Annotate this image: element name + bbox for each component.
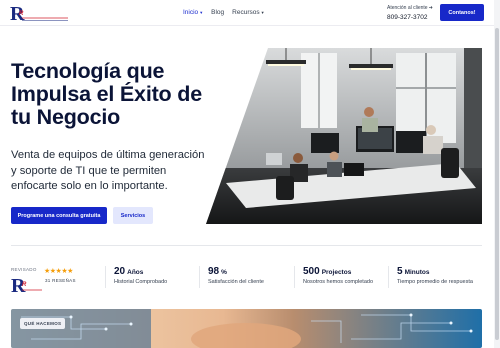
arrow-right-icon: ➜ bbox=[428, 5, 433, 11]
nav-recursos-label: Recursos bbox=[232, 9, 260, 16]
hero-subtitle-line: y soporte de TI que te permiten bbox=[11, 164, 167, 177]
section-divider bbox=[11, 245, 482, 246]
reviews-count: 31 RESEÑAS bbox=[45, 278, 76, 283]
free-consultation-button[interactable]: Programe una consulta gratuita bbox=[11, 207, 107, 224]
nav-inicio-label: Inicio bbox=[183, 9, 199, 16]
stat-number: 20 bbox=[114, 266, 126, 277]
main-nav: Inicio ▼ Blog Recursos ▼ bbox=[183, 9, 265, 16]
contact-button[interactable]: Contanos! bbox=[440, 4, 484, 21]
customer-service-link[interactable]: Atención al cliente ➜ bbox=[387, 5, 433, 11]
stat-response-time: 5 Minutos Tiempo promedio de respuesta bbox=[388, 266, 473, 288]
hero-subtitle-line: enfocarte solo en lo importante. bbox=[11, 180, 168, 192]
stat-unit: Años bbox=[127, 269, 144, 276]
stat-unit: Minutos bbox=[404, 269, 430, 276]
svg-text:R: R bbox=[22, 282, 27, 288]
stat-label: Historial Comprobado bbox=[114, 279, 168, 285]
office-team-photo bbox=[206, 48, 482, 224]
chevron-down-icon: ▼ bbox=[199, 9, 204, 15]
scrollbar-thumb[interactable] bbox=[495, 28, 499, 340]
phone-number[interactable]: 809-327-3702 bbox=[387, 14, 427, 21]
stat-unit: % bbox=[221, 269, 227, 276]
stat-label: Nosotros hemos completado bbox=[303, 279, 374, 285]
nav-inicio[interactable]: Inicio ▼ bbox=[183, 9, 203, 16]
what-we-do-badge: QUÉ HACEMOS bbox=[20, 318, 66, 329]
stat-satisfaction: 98 % Satisfacción del cliente bbox=[199, 266, 264, 288]
chevron-down-icon: ▼ bbox=[260, 9, 265, 15]
stat-label: Tiempo promedio de respuesta bbox=[397, 279, 473, 285]
site-header: R R Inicio ▼ Blog Recursos ▼ Atención al… bbox=[0, 0, 500, 26]
stat-projects: 500 Projectos Nosotros hemos completado bbox=[294, 266, 373, 288]
nav-blog-label: Blog bbox=[211, 9, 225, 16]
handshake-circuit-banner bbox=[11, 309, 482, 348]
nav-blog[interactable]: Blog bbox=[211, 9, 224, 16]
stat-number: 5 bbox=[397, 266, 403, 277]
company-logo-small: R R bbox=[11, 275, 42, 295]
rating-stars-icon: ★★★★★ bbox=[44, 268, 73, 275]
stat-years: 20 Años Historial Comprobado bbox=[105, 266, 167, 288]
reviewed-label: REVISADO bbox=[11, 267, 37, 272]
customer-service-label: Atención al cliente bbox=[387, 5, 428, 11]
company-logo[interactable]: R R bbox=[10, 3, 70, 23]
services-button[interactable]: Servicios bbox=[113, 207, 153, 224]
stat-label: Satisfacción del cliente bbox=[208, 279, 264, 285]
svg-text:R: R bbox=[19, 11, 24, 17]
stat-unit: Projectos bbox=[321, 269, 352, 276]
stat-number: 98 bbox=[208, 266, 220, 277]
hero-subtitle-line: Venta de equipos de última generación bbox=[11, 149, 205, 161]
stat-number: 500 bbox=[303, 266, 320, 277]
hero-subtitle: Venta de equipos de última generación y … bbox=[11, 148, 226, 195]
nav-recursos[interactable]: Recursos ▼ bbox=[232, 9, 264, 16]
